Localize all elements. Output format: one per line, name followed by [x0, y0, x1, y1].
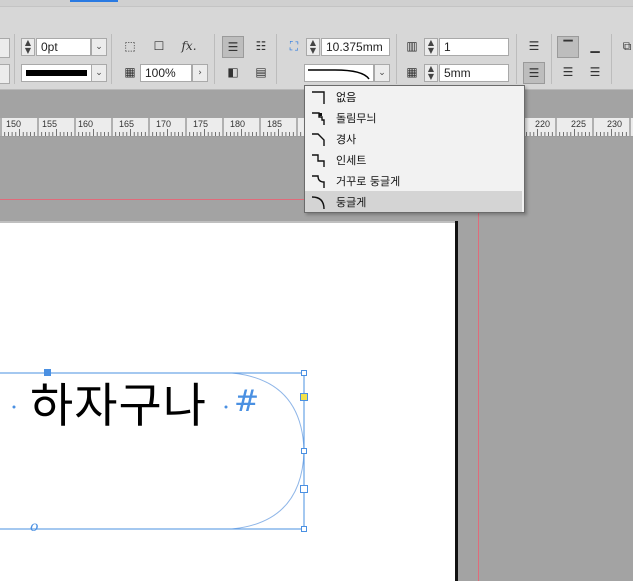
opacity-arrow[interactable]: › — [192, 64, 208, 82]
ruler-label: 175 — [193, 119, 209, 129]
corner-fancy-icon — [312, 112, 325, 125]
menu-item-fancy[interactable]: 돌림무늬 — [305, 107, 522, 128]
left-clipped-button-2[interactable] — [0, 64, 10, 84]
corner-bevel-icon — [312, 133, 325, 146]
column-count-input[interactable]: 1 — [439, 38, 509, 56]
corner-shape-select[interactable] — [304, 64, 374, 82]
page-shadow — [455, 221, 458, 581]
live-corner-handle[interactable] — [300, 393, 308, 401]
gutter-icon: ▦ — [406, 65, 418, 79]
active-tab-indicator — [70, 0, 118, 2]
path-marker: o — [30, 519, 39, 535]
stroke-type-preview — [26, 70, 87, 76]
ruler-label: 160 — [78, 119, 94, 129]
separator-4 — [276, 34, 277, 84]
column-width-input[interactable]: 10.375mm — [321, 38, 390, 56]
corner-shape-dropdown[interactable]: ⌄ — [374, 64, 390, 82]
baseline-dot — [224, 405, 228, 409]
ruler-label: 180 — [230, 119, 246, 129]
corner-shape-preview-icon — [308, 69, 370, 80]
separator-3 — [214, 34, 215, 84]
ruler-label: 170 — [156, 119, 172, 129]
gutter-stepper[interactable]: ▲ ▼ — [424, 64, 438, 82]
corner-inset-icon — [312, 154, 325, 167]
separator-2 — [111, 34, 112, 84]
fx-button[interactable]: fx. — [178, 36, 200, 58]
page-top-edge — [0, 221, 458, 223]
ruler-label: 165 — [119, 119, 135, 129]
ruler-label: 230 — [607, 119, 623, 129]
menu-item-inset[interactable]: 인세트 — [305, 149, 522, 170]
opacity-input[interactable]: 100% — [140, 64, 192, 82]
headline-text[interactable]: 하자구나 — [30, 367, 207, 436]
column-count-stepper[interactable]: ▲ ▼ — [424, 38, 438, 56]
drop-shadow-icon[interactable]: ⬚ — [119, 36, 141, 58]
corner-rounded-icon — [311, 196, 325, 210]
columns-icon: ▥ — [406, 39, 418, 53]
align-top-icon[interactable]: ☰ — [523, 36, 545, 58]
opacity-icon: ▦ — [124, 65, 136, 79]
ruler-label: 220 — [535, 119, 551, 129]
left-clipped-button[interactable] — [0, 38, 10, 58]
separator-6 — [516, 34, 517, 84]
ruler-label: 225 — [571, 119, 587, 129]
stroke-weight-input[interactable]: 0pt — [36, 38, 91, 56]
end-of-story-marker: # — [234, 384, 260, 419]
corner-inverse-rounded-icon — [312, 175, 325, 188]
menu-item-label: 돌림무늬 — [336, 112, 377, 125]
align-justify-icon[interactable]: ☰ — [523, 62, 545, 84]
resize-handle[interactable] — [301, 526, 307, 532]
separator-8 — [611, 34, 612, 84]
wrap-around-icon[interactable]: ☷ — [250, 36, 272, 58]
menu-item-label: 인세트 — [336, 154, 367, 167]
menu-item-label: 없음 — [336, 91, 357, 104]
corner-shape-menu: 없음 돌림무늬 경사 인세트 거꾸로 둥글게 둥글게 — [304, 85, 525, 213]
wrap-object-icon[interactable]: ◧ — [222, 62, 244, 84]
ruler-label: 150 — [6, 119, 22, 129]
control-panel: ▲ ▼ 0pt ⌄ ⌄ ⬚ ☐ fx. ▦ 100% › ☰ ☷ ◧ ▤ ⛶ ▲ ▼… — [0, 0, 633, 90]
vertical-align-bottom-icon[interactable]: ▁ — [584, 36, 606, 58]
menu-item-label: 둥글게 — [336, 196, 367, 209]
bleed-guide-vertical — [478, 199, 479, 581]
out-port-handle[interactable] — [300, 485, 308, 493]
resize-handle[interactable] — [301, 370, 307, 376]
reference-point-icon[interactable]: ⛶ — [283, 36, 305, 58]
column-width-stepper[interactable]: ▲ ▼ — [306, 38, 320, 56]
menu-item-inverse-rounded[interactable]: 거꾸로 둥글게 — [305, 170, 522, 191]
text-wrap-icon[interactable]: ☰ — [222, 36, 244, 58]
stroke-type-dropdown[interactable]: ⌄ — [91, 64, 107, 82]
ruler-label: 155 — [42, 119, 58, 129]
vertical-align-center-icon[interactable]: ☰ — [557, 62, 579, 84]
baseline-dot — [12, 405, 16, 409]
menu-item-bevel[interactable]: 경사 — [305, 128, 522, 149]
separator — [14, 34, 15, 84]
resize-handle[interactable] — [301, 448, 307, 454]
menu-item-label: 경사 — [336, 133, 357, 146]
corner-none-icon — [312, 91, 325, 104]
menu-item-none[interactable]: 없음 — [305, 86, 522, 107]
separator-7 — [551, 34, 552, 84]
menu-item-label: 거꾸로 둥글게 — [336, 175, 401, 188]
menu-item-rounded[interactable]: 둥글게 — [305, 191, 522, 212]
separator-5 — [396, 34, 397, 84]
stroke-weight-stepper[interactable]: ▲ ▼ — [21, 38, 35, 56]
frame-icon[interactable]: ☐ — [148, 36, 170, 58]
stroke-weight-dropdown[interactable]: ⌄ — [91, 38, 107, 56]
ruler-label: 185 — [267, 119, 283, 129]
jump-object-icon[interactable]: ▤ — [250, 62, 272, 84]
vertical-align-top-icon[interactable]: ▔ — [557, 36, 579, 58]
stroke-type-select[interactable] — [21, 64, 92, 82]
auto-size-icon[interactable]: ⧉ — [616, 36, 633, 58]
vertical-justify-icon[interactable]: ☰ — [584, 62, 606, 84]
gutter-input[interactable]: 5mm — [439, 64, 509, 82]
